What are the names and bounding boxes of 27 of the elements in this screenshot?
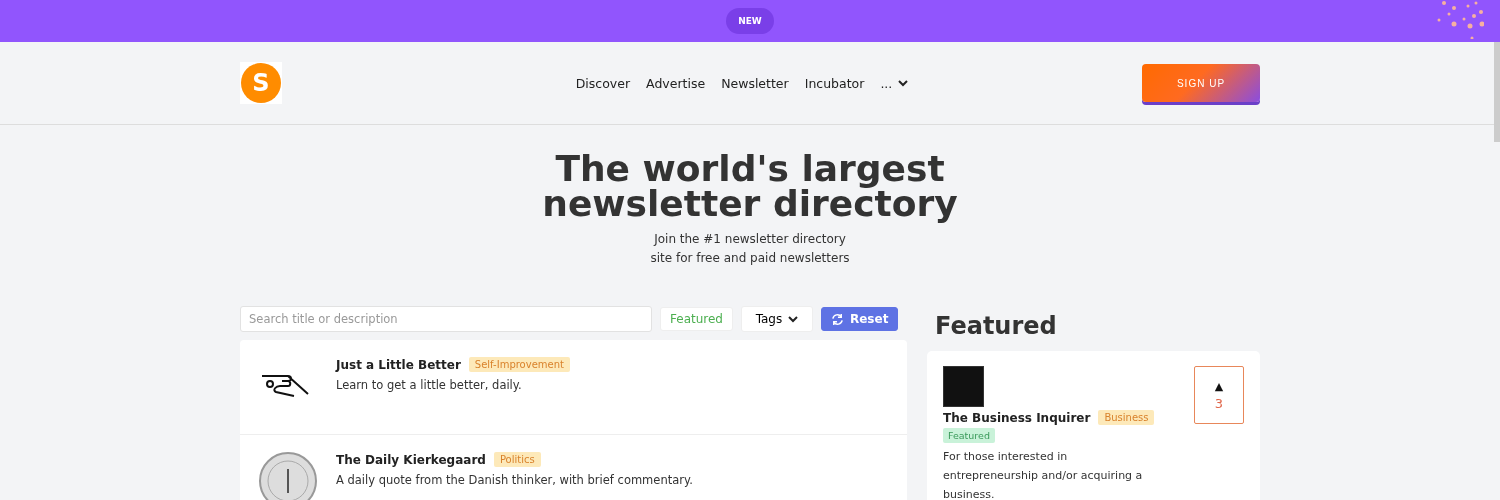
featured-heading: Featured [934,311,1058,342]
new-badge[interactable]: NEW [726,8,774,34]
listing-title[interactable]: Just a Little Better [336,357,461,372]
more-menu[interactable]: ... [880,75,909,91]
nav-link[interactable]: Newsletter [721,75,789,91]
search-field[interactable]: Search title or description [240,306,652,332]
listing-title[interactable]: The Daily Kierkegaard [336,452,486,467]
listing-description: For those interested in entrepreneurship and/or acquiring a business. [943,449,1144,500]
refresh-icon [830,312,844,326]
nav-link[interactable]: Discover [575,75,631,91]
hero-subtitle: Join the #1 newsletter directory site for free and paid newsletters [650,231,850,267]
chevron-down-icon [788,315,799,323]
reset-button[interactable]: Reset [820,307,899,331]
upvote-button[interactable]: ▲ 3 [1194,366,1244,424]
listing-title[interactable]: The Business Inquirer [943,410,1091,425]
featured-badge: Featured [943,428,995,443]
tags-dropdown[interactable]: Tags [740,306,813,332]
nav-link[interactable]: Advertise [646,75,706,91]
chevron-down-icon [898,79,909,87]
scrollbar[interactable] [1494,42,1500,142]
listing-description: A daily quote from the Danish thinker, with brief commentary. [336,473,693,487]
nav-link[interactable]: Incubator [804,75,865,91]
confetti-drawing [1437,1,1484,39]
coin-drawing [256,449,320,500]
hero-title: The world's largest newsletter directory [541,151,959,221]
listing-description: Learn to get a little better, daily. [336,378,523,392]
logo-placeholder [943,366,984,407]
